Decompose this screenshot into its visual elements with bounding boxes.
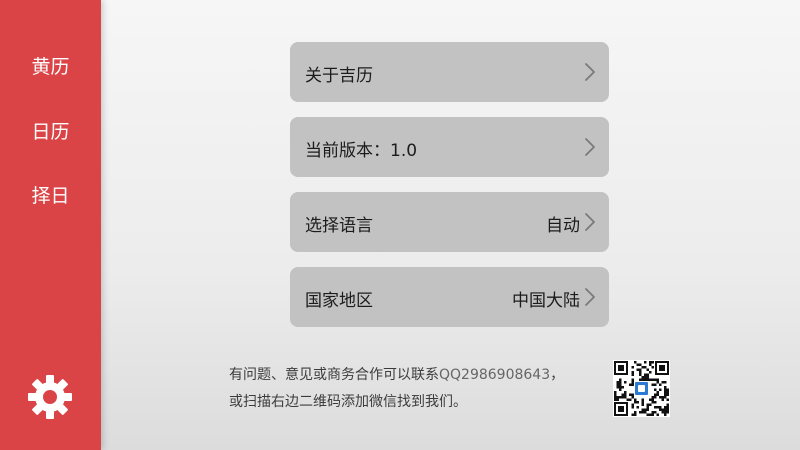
contact-prefix: 有问题、意见或商务合作可以联系 — [229, 367, 439, 383]
row-value: 中国大陆 — [512, 291, 580, 311]
sidebar-item-date-select[interactable]: 择日 — [0, 181, 101, 208]
sidebar: 黄历 日历 择日 — [0, 0, 101, 450]
row-label: 关于吉历 — [305, 66, 373, 86]
qr-code-icon — [613, 360, 670, 417]
region-row[interactable]: 国家地区 中国大陆 — [290, 267, 609, 327]
qq-number: QQ2986908643 — [439, 367, 551, 383]
sidebar-item-calendar[interactable]: 日历 — [0, 117, 101, 144]
about-row[interactable]: 关于吉历 — [290, 42, 609, 102]
sidebar-item-huangli[interactable]: 黄历 — [0, 52, 101, 79]
gear-icon[interactable] — [27, 374, 73, 420]
chevron-right-icon — [585, 288, 595, 306]
row-label: 当前版本：1.0 — [305, 141, 418, 161]
row-label: 国家地区 — [305, 291, 373, 311]
chevron-right-icon — [585, 63, 595, 81]
version-row[interactable]: 当前版本：1.0 — [290, 117, 609, 177]
contact-suffix: ， — [550, 367, 565, 383]
row-value: 自动 — [546, 216, 580, 236]
chevron-right-icon — [585, 213, 595, 231]
contact-line-2: 或扫描右边二维码添加微信找到我们。 — [229, 394, 467, 410]
row-label: 选择语言 — [305, 216, 373, 236]
contact-text: 有问题、意见或商务合作可以联系QQ2986908643， 或扫描右边二维码添加微… — [229, 362, 599, 416]
contact-line-1: 有问题、意见或商务合作可以联系QQ2986908643， — [229, 362, 599, 389]
chevron-right-icon — [585, 138, 595, 156]
language-row[interactable]: 选择语言 自动 — [290, 192, 609, 252]
